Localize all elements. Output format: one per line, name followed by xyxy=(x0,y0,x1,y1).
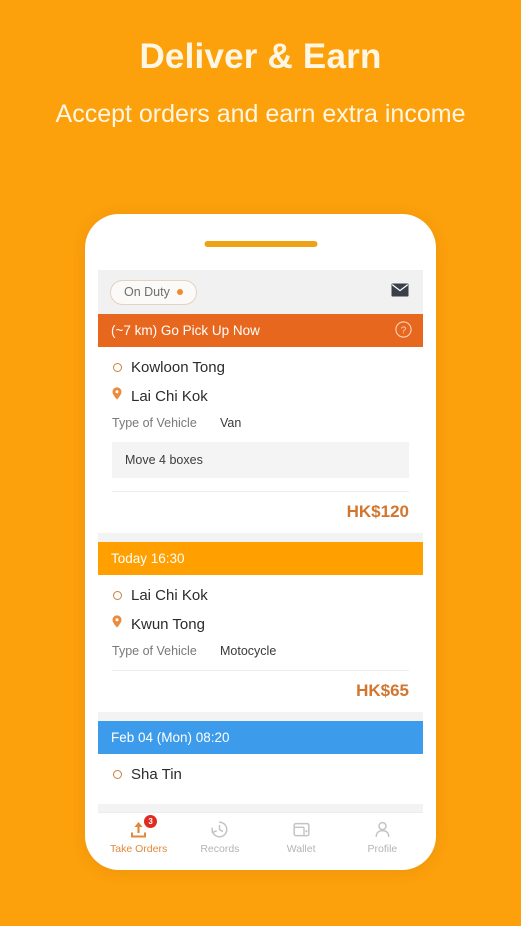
promo-title: Deliver & Earn xyxy=(139,37,382,76)
envelope-icon[interactable] xyxy=(391,283,409,302)
order-price: HK$65 xyxy=(112,670,409,712)
origin-label: Sha Tin xyxy=(131,766,182,783)
app-screen: On Duty (~7 km) Go Pick Up Now ? Kowloon… xyxy=(98,270,423,812)
order-card-header-label: (~7 km) Go Pick Up Now xyxy=(111,323,260,338)
origin-label: Kowloon Tong xyxy=(131,359,225,376)
order-card-header: Feb 04 (Mon) 08:20 xyxy=(98,721,423,754)
map-pin-icon xyxy=(112,387,122,405)
tab-take-orders[interactable]: 3 Take Orders xyxy=(98,813,179,860)
tab-wallet[interactable]: Wallet xyxy=(261,813,342,860)
tab-label: Take Orders xyxy=(110,842,168,855)
app-status-bar: On Duty xyxy=(98,270,423,314)
order-price: HK$120 xyxy=(112,491,409,533)
tab-profile[interactable]: Profile xyxy=(342,813,423,860)
order-card-header-label: Today 16:30 xyxy=(111,551,185,566)
vehicle-row: Type of Vehicle Van xyxy=(112,416,409,430)
history-clock-icon xyxy=(209,819,230,840)
tab-label: Records xyxy=(200,842,240,855)
svg-text:?: ? xyxy=(401,325,407,336)
order-card-header: (~7 km) Go Pick Up Now ? xyxy=(98,314,423,347)
bottom-tab-bar: 3 Take Orders Records Wallet Profile xyxy=(98,812,423,860)
duty-status-label: On Duty xyxy=(124,285,170,299)
phone-mockup: On Duty (~7 km) Go Pick Up Now ? Kowloon… xyxy=(85,214,436,870)
vehicle-type-value: Motocycle xyxy=(220,644,277,658)
status-dot-icon xyxy=(176,289,183,295)
take-orders-icon: 3 xyxy=(128,814,158,840)
order-card[interactable]: Feb 04 (Mon) 08:20 Sha Tin xyxy=(98,721,423,804)
order-list: (~7 km) Go Pick Up Now ? Kowloon Tong La… xyxy=(98,314,423,804)
tab-records[interactable]: Records xyxy=(179,813,260,860)
map-pin-icon xyxy=(112,615,122,633)
order-card[interactable]: Today 16:30 Lai Chi Kok Kwun Tong Type o… xyxy=(98,542,423,712)
order-card[interactable]: (~7 km) Go Pick Up Now ? Kowloon Tong La… xyxy=(98,314,423,533)
order-card-header: Today 16:30 xyxy=(98,542,423,575)
destination-row: Lai Chi Kok xyxy=(112,387,409,405)
destination-label: Kwun Tong xyxy=(131,615,205,633)
phone-speaker-slot xyxy=(204,241,317,247)
origin-row: Kowloon Tong xyxy=(112,359,409,376)
order-card-body: Kowloon Tong Lai Chi Kok Type of Vehicle xyxy=(98,347,423,533)
origin-circle-icon xyxy=(113,591,122,600)
tab-label: Wallet xyxy=(286,842,316,855)
origin-row: Sha Tin xyxy=(112,766,409,783)
promo-header: Deliver & Earn Accept orders and earn ex… xyxy=(0,0,521,131)
order-card-body: Sha Tin xyxy=(98,754,423,804)
person-icon xyxy=(372,819,393,840)
vehicle-type-value: Van xyxy=(220,416,242,430)
order-note: Move 4 boxes xyxy=(112,442,409,478)
vehicle-type-label: Type of Vehicle xyxy=(112,416,197,430)
vehicle-row: Type of Vehicle Motocycle xyxy=(112,644,409,658)
destination-label: Lai Chi Kok xyxy=(131,387,208,405)
wallet-icon xyxy=(291,819,312,840)
origin-circle-icon xyxy=(113,770,122,779)
duty-status-toggle[interactable]: On Duty xyxy=(110,279,197,305)
destination-row: Kwun Tong xyxy=(112,615,409,633)
tab-label: Profile xyxy=(367,842,398,855)
order-card-body: Lai Chi Kok Kwun Tong Type of Vehicle Mo… xyxy=(98,575,423,712)
origin-row: Lai Chi Kok xyxy=(112,587,409,604)
promo-subtitle: Accept orders and earn extra income xyxy=(55,99,466,128)
vehicle-type-label: Type of Vehicle xyxy=(112,644,197,658)
question-mark-circle-icon[interactable]: ? xyxy=(395,320,412,341)
take-orders-badge: 3 xyxy=(144,814,158,828)
order-card-header-label: Feb 04 (Mon) 08:20 xyxy=(111,730,230,745)
origin-circle-icon xyxy=(113,363,122,372)
origin-label: Lai Chi Kok xyxy=(131,587,208,604)
